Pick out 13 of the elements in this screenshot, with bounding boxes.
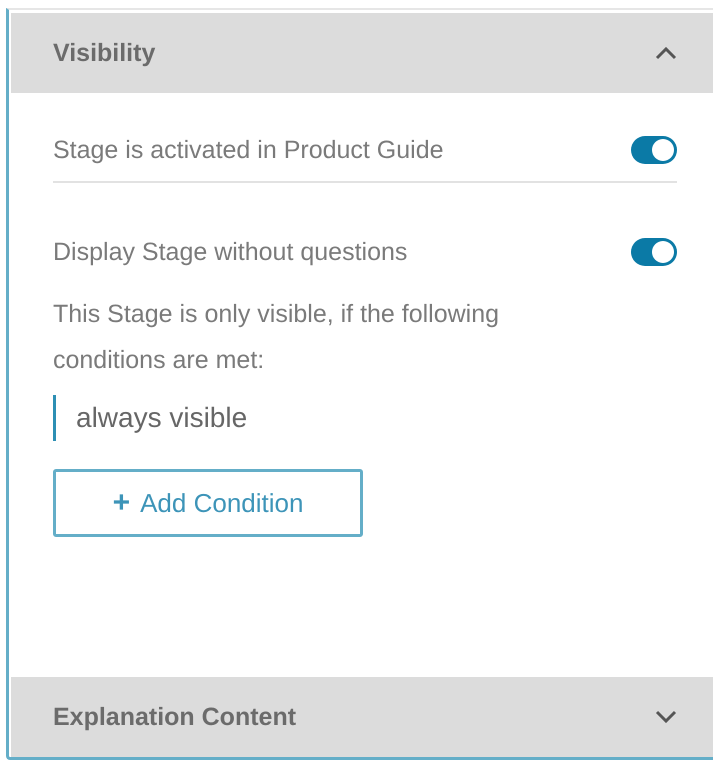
toggle-label: Display Stage without questions <box>53 238 408 266</box>
section-title: Explanation Content <box>53 702 296 732</box>
section-title: Visibility <box>53 38 156 68</box>
condition-item: always visible <box>53 395 677 441</box>
toggle-label: Stage is activated in Product Guide <box>53 136 444 164</box>
chevron-up-icon <box>655 46 677 60</box>
add-condition-button[interactable]: + Add Condition <box>53 469 363 537</box>
toggle-switch[interactable] <box>631 238 677 266</box>
section-header[interactable]: Explanation Content <box>11 677 713 757</box>
toggle-switch[interactable] <box>631 136 677 164</box>
condition-description: This Stage is only visible, if the following conditions are met: <box>53 299 500 376</box>
chevron-down-icon <box>655 710 677 724</box>
section-header[interactable]: Visibility <box>11 13 713 93</box>
